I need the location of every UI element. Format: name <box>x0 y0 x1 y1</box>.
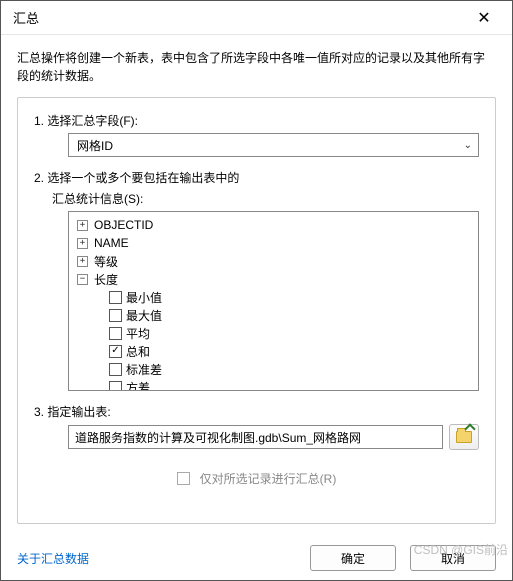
stats-tree[interactable]: + OBJECTID + NAME + 等级 − 长度 最小值 <box>68 211 479 391</box>
dialog-footer: 关于汇总数据 确定 取消 <box>1 536 512 580</box>
cancel-button[interactable]: 取消 <box>410 545 496 571</box>
checkbox-icon[interactable] <box>109 363 122 376</box>
tree-node-objectid[interactable]: + OBJECTID <box>75 216 472 234</box>
tree-node-label: NAME <box>94 236 129 250</box>
stats-sublabel: 汇总统计信息(S): <box>34 190 479 207</box>
close-button[interactable]: ✕ <box>464 4 504 32</box>
output-path-input[interactable]: 道路服务指数的计算及可视化制图.gdb\Sum_网格路网 <box>68 425 443 449</box>
field-select-value: 网格ID <box>77 137 113 154</box>
tree-child-stddev[interactable]: 标准差 <box>75 360 472 378</box>
options-panel: 1. 选择汇总字段(F): 网格ID ⌄ 2. 选择一个或多个要包括在输出表中的… <box>17 97 496 524</box>
checkbox-icon[interactable] <box>109 381 122 392</box>
tree-node-label: 长度 <box>94 271 118 288</box>
expand-icon[interactable]: + <box>77 238 88 249</box>
field-select[interactable]: 网格ID ⌄ <box>68 133 479 157</box>
tree-child-max[interactable]: 最大值 <box>75 306 472 324</box>
tree-child-variance[interactable]: 方差 <box>75 378 472 391</box>
tree-child-avg[interactable]: 平均 <box>75 324 472 342</box>
tree-node-label: 等级 <box>94 253 118 270</box>
cancel-button-label: 取消 <box>441 550 465 567</box>
checkbox-icon <box>177 472 190 485</box>
dialog-description: 汇总操作将创建一个新表，表中包含了所选字段中各唯一值所对应的记录以及其他所有字段… <box>17 49 496 85</box>
ok-button-label: 确定 <box>341 550 365 567</box>
tree-child-label: 总和 <box>126 343 150 360</box>
tree-node-length[interactable]: − 长度 <box>75 270 472 288</box>
ok-button[interactable]: 确定 <box>310 545 396 571</box>
titlebar: 汇总 ✕ <box>1 1 512 35</box>
browse-button[interactable] <box>449 424 479 450</box>
tree-child-sum[interactable]: 总和 <box>75 342 472 360</box>
checkbox-checked-icon[interactable] <box>109 345 122 358</box>
help-link[interactable]: 关于汇总数据 <box>17 550 89 567</box>
tree-child-label: 标准差 <box>126 361 162 378</box>
expand-icon[interactable]: + <box>77 256 88 267</box>
tree-child-label: 最小值 <box>126 289 162 306</box>
expand-icon[interactable]: + <box>77 220 88 231</box>
tree-child-label: 平均 <box>126 325 150 342</box>
tree-node-level[interactable]: + 等级 <box>75 252 472 270</box>
checkbox-icon[interactable] <box>109 327 122 340</box>
tree-node-name[interactable]: + NAME <box>75 234 472 252</box>
collapse-icon[interactable]: − <box>77 274 88 285</box>
output-label: 3. 指定输出表: <box>34 403 479 420</box>
tree-node-label: OBJECTID <box>94 218 153 232</box>
chevron-down-icon: ⌄ <box>464 140 472 151</box>
selected-only-label: 仅对所选记录进行汇总(R) <box>200 470 337 487</box>
folder-open-icon <box>456 431 472 443</box>
window-title: 汇总 <box>13 8 39 27</box>
stats-label: 2. 选择一个或多个要包括在输出表中的 <box>34 169 479 186</box>
tree-child-min[interactable]: 最小值 <box>75 288 472 306</box>
tree-child-label: 方差 <box>126 379 150 392</box>
close-icon: ✕ <box>477 8 490 28</box>
selected-only-row: 仅对所选记录进行汇总(R) <box>34 470 479 487</box>
tree-child-label: 最大值 <box>126 307 162 324</box>
field-select-label: 1. 选择汇总字段(F): <box>34 112 479 129</box>
checkbox-icon[interactable] <box>109 291 122 304</box>
output-path-value: 道路服务指数的计算及可视化制图.gdb\Sum_网格路网 <box>75 429 361 446</box>
checkbox-icon[interactable] <box>109 309 122 322</box>
